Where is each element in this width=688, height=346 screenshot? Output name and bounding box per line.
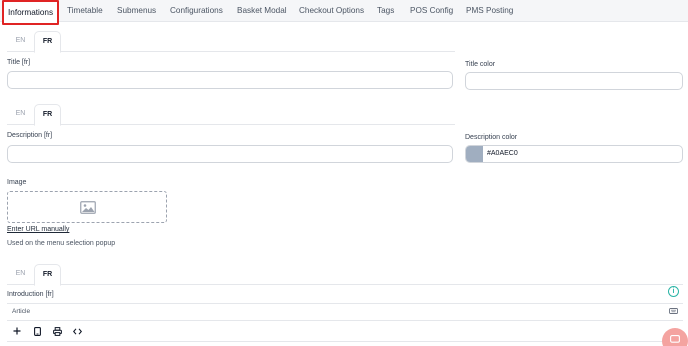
image-upload-dropzone[interactable]	[7, 191, 167, 223]
lang-tab-en[interactable]: EN	[7, 31, 34, 53]
tab-tags[interactable]: Tags	[377, 0, 394, 22]
image-placeholder-icon	[80, 201, 96, 214]
main-tab-bar: Informations Timetable Submenus Configur…	[0, 0, 688, 25]
divider	[7, 320, 683, 321]
info-icon[interactable]: i	[668, 286, 679, 297]
lang-tab-en[interactable]: EN	[7, 264, 34, 286]
tab-basket-modal[interactable]: Basket Modal	[237, 0, 287, 22]
enter-url-manually-link[interactable]: Enter URL manually	[7, 226, 69, 233]
chat-widget-button[interactable]	[662, 328, 688, 346]
title-color-input[interactable]	[465, 72, 683, 90]
chat-icon	[670, 335, 680, 343]
title-input[interactable]	[7, 71, 453, 89]
description-color-field[interactable]: #A0AEC0	[465, 145, 683, 163]
title-language-tabs: EN FR	[7, 31, 455, 53]
divider	[7, 341, 683, 342]
description-label: Description [fr]	[7, 132, 53, 139]
tab-pos-config[interactable]: POS Config	[410, 0, 453, 22]
description-language-tabs: EN FR	[7, 104, 455, 126]
tablet-icon[interactable]	[30, 324, 44, 338]
tab-timetable[interactable]: Timetable	[67, 0, 103, 22]
keyboard-icon[interactable]	[669, 307, 678, 316]
description-color-label: Description color	[465, 134, 518, 141]
printer-icon[interactable]	[50, 324, 64, 338]
tab-informations[interactable]: Informations	[2, 0, 60, 25]
introduction-label: Introduction [fr]	[7, 291, 54, 298]
image-help-text: Used on the menu selection popup	[7, 240, 116, 247]
code-icon[interactable]	[70, 324, 84, 338]
editor-block-type: Article	[12, 308, 31, 315]
plus-icon[interactable]	[10, 324, 24, 338]
color-swatch[interactable]	[466, 146, 483, 162]
lang-tab-fr[interactable]: FR	[34, 31, 61, 53]
lang-tab-en[interactable]: EN	[7, 104, 34, 126]
introduction-editor[interactable]: Article	[7, 303, 683, 346]
tab-submenus[interactable]: Submenus	[117, 0, 156, 22]
tab-checkout-options[interactable]: Checkout Options	[299, 0, 364, 22]
title-label: Title [fr]	[7, 59, 31, 66]
tab-configurations[interactable]: Configurations	[170, 0, 223, 22]
image-label: Image	[7, 179, 27, 186]
title-color-label: Title color	[465, 61, 496, 68]
introduction-language-tabs: EN FR	[7, 264, 683, 286]
tab-pms-posting[interactable]: PMS Posting	[466, 0, 513, 22]
lang-tab-fr[interactable]: FR	[34, 104, 61, 126]
description-color-value[interactable]: #A0AEC0	[487, 146, 518, 162]
description-input[interactable]	[7, 145, 453, 163]
lang-tab-fr[interactable]: FR	[34, 264, 61, 286]
